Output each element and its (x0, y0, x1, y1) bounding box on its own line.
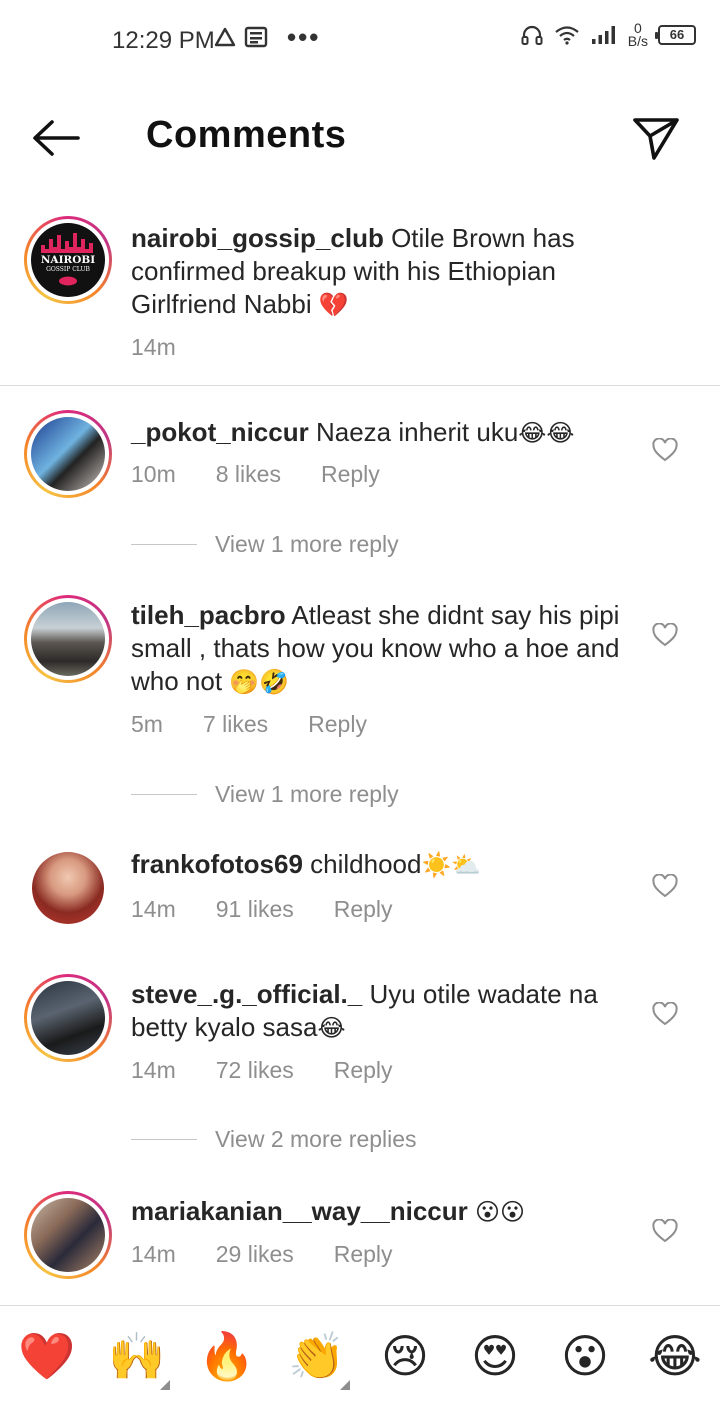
comment-meta: 14m 29 likes Reply (131, 1241, 433, 1268)
laughing-emoji: 😂 (317, 1014, 346, 1042)
headset-icon (521, 25, 543, 45)
emoji-reaction-bar: ❤️ 🙌 🔥 👏 😢 😍 😮 😂 (0, 1305, 720, 1408)
comment-meta: 14m 72 likes Reply (131, 1057, 433, 1084)
view-more-replies[interactable]: View 1 more reply (131, 777, 531, 811)
surprised-face-emoji-button[interactable]: 😮 (557, 1328, 613, 1384)
comment-likes[interactable]: 8 likes (216, 461, 281, 488)
comments-header: Comments (0, 96, 720, 180)
avatar[interactable] (24, 974, 112, 1062)
reply-button[interactable]: Reply (334, 1057, 393, 1084)
heart-icon[interactable] (652, 1219, 678, 1243)
comment-item: steve_.g._official._ Uyu otile wadate na… (0, 972, 720, 1162)
comment-text: frankofotos69 childhood☀️⛅ (131, 848, 621, 882)
tears-of-joy-emoji-button[interactable]: 😂 (647, 1328, 703, 1384)
user-photo-icon (31, 1198, 105, 1272)
news-icon (244, 26, 268, 48)
back-arrow-icon[interactable] (30, 118, 82, 158)
comment-meta: 14m 91 likes Reply (131, 896, 433, 923)
comment-item: frankofotos69 childhood☀️⛅ 14m 91 likes … (0, 848, 720, 940)
comment-username[interactable]: mariakanian__way__niccur (131, 1196, 468, 1226)
sun-emoji: ☀️⛅ (421, 851, 482, 879)
comment-time: 14m (131, 1057, 176, 1083)
comment-text: mariakanian__way__niccur 😮😮 (131, 1195, 631, 1229)
heart-icon[interactable] (652, 1002, 678, 1026)
skin-tone-indicator-icon (340, 1380, 350, 1390)
page-title: Comments (146, 114, 347, 156)
view-more-replies[interactable]: View 2 more replies (131, 1122, 531, 1156)
view-more-replies[interactable]: View 1 more reply (131, 527, 531, 561)
heart-icon[interactable] (652, 438, 678, 462)
comment-item: tileh_pacbro Atleast she didnt say his p… (0, 593, 720, 808)
comment-username[interactable]: frankofotos69 (131, 849, 303, 879)
reply-button[interactable]: Reply (334, 1241, 393, 1268)
user-photo-icon (31, 981, 105, 1055)
status-left-icons (214, 26, 268, 48)
reply-button[interactable]: Reply (308, 711, 367, 738)
comment-likes[interactable]: 29 likes (216, 1241, 294, 1268)
laughing-emoji: 😂😂 (518, 419, 575, 447)
skin-tone-indicator-icon (160, 1380, 170, 1390)
signal-icon (591, 26, 615, 44)
avatar[interactable] (24, 1191, 112, 1279)
comment-likes[interactable]: 91 likes (216, 896, 294, 923)
user-photo-icon (31, 602, 105, 676)
caption-time: 14m (131, 334, 176, 360)
heart-icon[interactable] (652, 874, 678, 898)
comment-item: _pokot_niccur Naeza inherit uku😂😂 10m 8 … (0, 408, 720, 568)
comment-body: childhood (310, 849, 422, 879)
reply-button[interactable]: Reply (334, 896, 393, 923)
wifi-icon (555, 26, 579, 45)
status-right-icons: 0 B/s 66 (520, 20, 696, 49)
status-bar: 12:29 PM ••• 0 B/s 66 (0, 0, 720, 80)
comment-time: 10m (131, 461, 176, 487)
comment-meta: 5m 7 likes Reply (131, 711, 407, 738)
surprised-emoji: 😮😮 (475, 1198, 526, 1226)
post-caption: NAIROBI GOSSIP CLUB nairobi_gossip_club … (0, 214, 720, 374)
user-photo-icon (31, 417, 105, 491)
comment-text: tileh_pacbro Atleast she didnt say his p… (131, 599, 621, 699)
comment-username[interactable]: steve_.g._official._ (131, 979, 362, 1009)
avatar[interactable] (24, 410, 112, 498)
comment-username[interactable]: tileh_pacbro (131, 600, 286, 630)
comment-text: _pokot_niccur Naeza inherit uku😂😂 (131, 416, 621, 450)
comment-username[interactable]: _pokot_niccur (131, 417, 309, 447)
more-notifications-icon: ••• (287, 22, 321, 52)
divider (0, 385, 720, 386)
crying-face-emoji-button[interactable]: 😢 (377, 1328, 433, 1384)
user-photo-icon (32, 852, 104, 924)
caption-username[interactable]: nairobi_gossip_club (131, 223, 384, 253)
network-speed: 0 B/s (627, 20, 648, 49)
comment-likes[interactable]: 72 likes (216, 1057, 294, 1084)
avatar[interactable] (32, 852, 104, 924)
comment-likes[interactable]: 7 likes (203, 711, 268, 738)
avatar[interactable]: NAIROBI GOSSIP CLUB (24, 216, 112, 304)
heart-eyes-emoji-button[interactable]: 😍 (467, 1328, 523, 1384)
hand-over-mouth-emoji: 🤭🤣 (229, 668, 290, 696)
clapping-hands-emoji-button[interactable]: 👏 (288, 1328, 345, 1384)
avatar[interactable] (24, 595, 112, 683)
raising-hands-emoji-button[interactable]: 🙌 (108, 1328, 165, 1384)
comment-meta: 10m 8 likes Reply (131, 461, 420, 488)
comment-time: 14m (131, 1241, 176, 1267)
fire-emoji-button[interactable]: 🔥 (198, 1328, 255, 1384)
reply-button[interactable]: Reply (321, 461, 380, 488)
nairobi-gossip-club-logo-icon: NAIROBI GOSSIP CLUB (31, 223, 105, 297)
broken-heart-emoji: 💔 (318, 291, 349, 319)
comment-text: steve_.g._official._ Uyu otile wadate na… (131, 978, 621, 1045)
caption-meta: 14m (131, 334, 216, 361)
share-send-icon[interactable] (630, 112, 682, 164)
heart-icon[interactable] (652, 623, 678, 647)
battery-indicator: 66 (655, 25, 696, 45)
navigation-triangle-icon (214, 27, 236, 47)
status-time: 12:29 PM (112, 27, 215, 54)
red-heart-emoji-button[interactable]: ❤️ (18, 1328, 75, 1384)
comment-time: 5m (131, 711, 163, 737)
caption-text: nairobi_gossip_club Otile Brown has conf… (131, 222, 631, 322)
comment-item: mariakanian__way__niccur 😮😮 14m 29 likes… (0, 1189, 720, 1289)
comment-time: 14m (131, 896, 176, 922)
comment-body: Naeza inherit uku (315, 417, 519, 447)
